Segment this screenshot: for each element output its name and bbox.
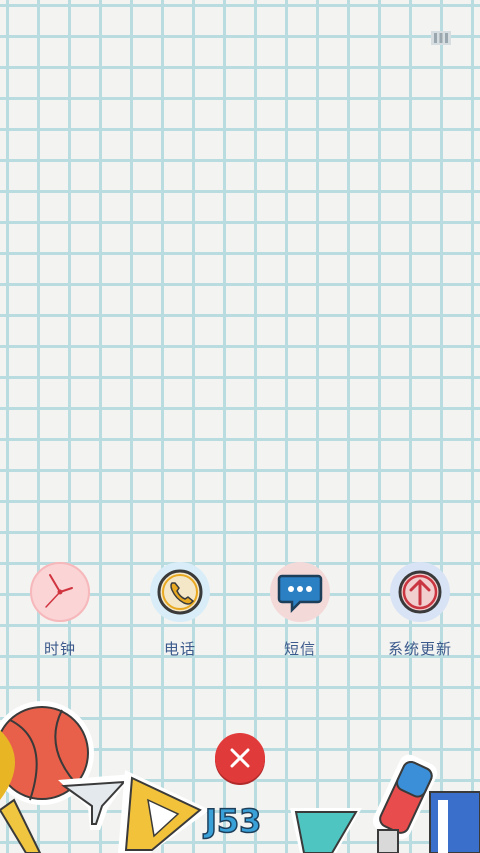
app-phone[interactable]: 电话 bbox=[120, 560, 240, 659]
message-icon bbox=[270, 562, 330, 622]
clock-icon bbox=[30, 562, 90, 622]
app-clock[interactable]: 时钟 bbox=[0, 560, 120, 659]
svg-text:J53: J53 bbox=[203, 802, 261, 840]
book-sticker bbox=[429, 791, 480, 853]
close-button[interactable] bbox=[213, 732, 267, 786]
app-row: 时钟 电话 短信 系统更新 bbox=[0, 560, 480, 660]
numbers-sticker: J53 bbox=[202, 801, 262, 841]
bars-icon bbox=[431, 31, 451, 45]
app-system-update[interactable]: 系统更新 bbox=[360, 560, 480, 659]
shape-sticker bbox=[290, 808, 362, 853]
app-label: 电话 bbox=[163, 640, 196, 658]
app-label: 系统更新 bbox=[387, 640, 452, 658]
triangle-ruler-sticker bbox=[118, 770, 210, 853]
pump-sticker bbox=[377, 829, 399, 853]
pencil-sticker bbox=[0, 798, 42, 853]
update-icon bbox=[390, 562, 450, 622]
app-label: 短信 bbox=[283, 640, 316, 658]
phone-icon bbox=[150, 562, 210, 622]
app-label: 时钟 bbox=[43, 640, 76, 658]
app-messages[interactable]: 短信 bbox=[240, 560, 360, 659]
